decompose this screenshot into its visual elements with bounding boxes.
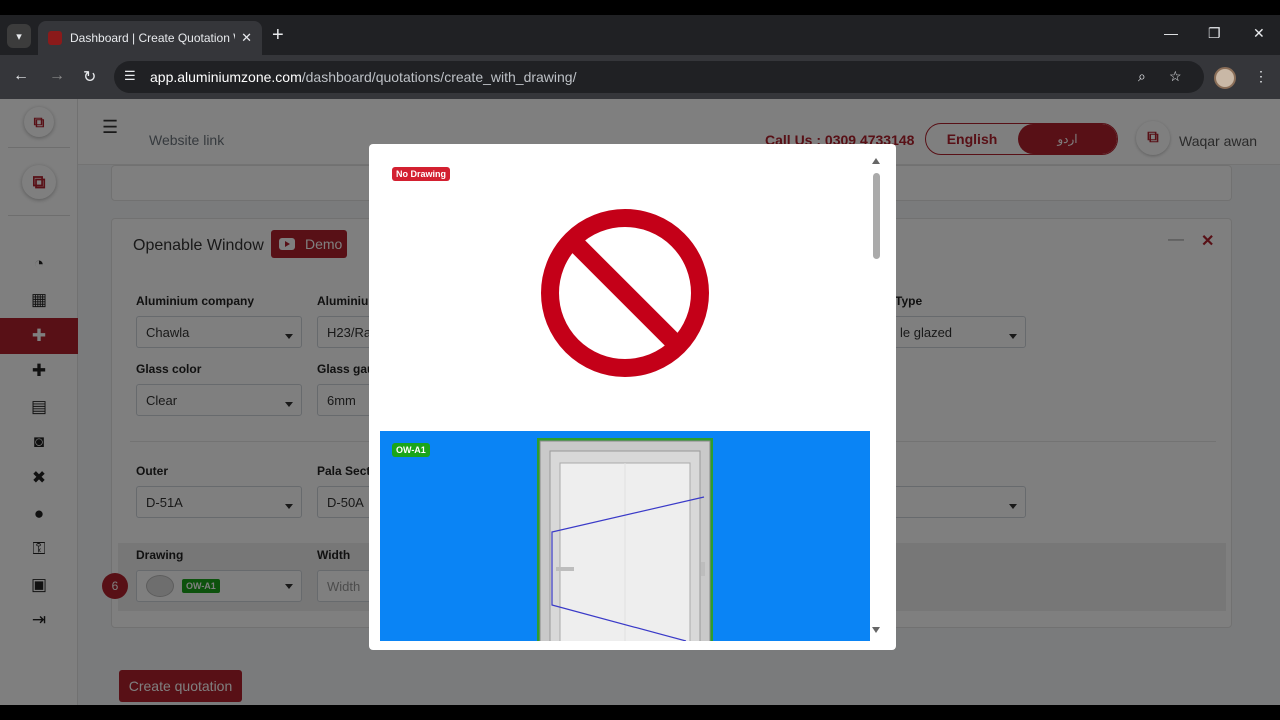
scroll-down-icon[interactable] <box>872 627 880 633</box>
browser-toolbar: ← → ↻ ☰ app.aluminiumzone.com/dashboard/… <box>0 55 1280 99</box>
profile-avatar[interactable] <box>1214 67 1236 89</box>
url-text[interactable]: app.aluminiumzone.com/dashboard/quotatio… <box>150 69 577 85</box>
window-drawing-icon <box>537 438 713 641</box>
tab-dashboard[interactable]: Dashboard | Create Quotation W ✕ <box>38 21 262 55</box>
modal-scrollbar[interactable] <box>873 173 880 259</box>
reload-icon[interactable]: ↻ <box>83 67 96 87</box>
option-badge: OW-A1 <box>392 443 430 457</box>
minimize-icon[interactable]: — <box>1164 25 1178 41</box>
back-icon[interactable]: ← <box>13 67 29 85</box>
page: ⧉ ⧉ ◔ ▦ ✚ ✚ ▤ ◙ ✖ ● ⚿ ▣ ⇥ ☰ Website link… <box>0 99 1280 705</box>
no-drawing-option[interactable] <box>540 208 710 378</box>
scroll-up-icon[interactable] <box>872 158 880 164</box>
drawing-picker-modal: No Drawing OW-A1 <box>369 144 896 650</box>
favicon-icon <box>48 31 62 45</box>
browser-menu-icon[interactable]: ⋮ <box>1254 68 1268 85</box>
browser-window: ▾ Dashboard | Create Quotation W ✕ + — ❐… <box>0 15 1280 705</box>
no-drawing-badge: No Drawing <box>392 167 451 181</box>
forward-icon[interactable]: → <box>49 67 65 85</box>
new-tab-button[interactable]: + <box>272 25 284 45</box>
site-settings-icon[interactable]: ☰ <box>124 68 136 84</box>
window-close-icon[interactable]: ✕ <box>1253 25 1265 42</box>
bookmark-star-icon[interactable]: ☆ <box>1169 68 1182 85</box>
tab-search-button[interactable]: ▾ <box>7 24 31 48</box>
address-bar[interactable]: ☰ app.aluminiumzone.com/dashboard/quotat… <box>114 61 1204 93</box>
drawing-option-ow-a1[interactable]: OW-A1 <box>380 431 870 641</box>
prohibited-slash-icon <box>565 233 685 353</box>
tab-title: Dashboard | Create Quotation W <box>70 31 236 45</box>
tab-close-icon[interactable]: ✕ <box>241 30 252 46</box>
zoom-icon[interactable]: ⌕ <box>1138 68 1146 85</box>
restore-icon[interactable]: ❐ <box>1208 25 1221 42</box>
tab-strip: ▾ Dashboard | Create Quotation W ✕ + — ❐… <box>0 15 1280 55</box>
